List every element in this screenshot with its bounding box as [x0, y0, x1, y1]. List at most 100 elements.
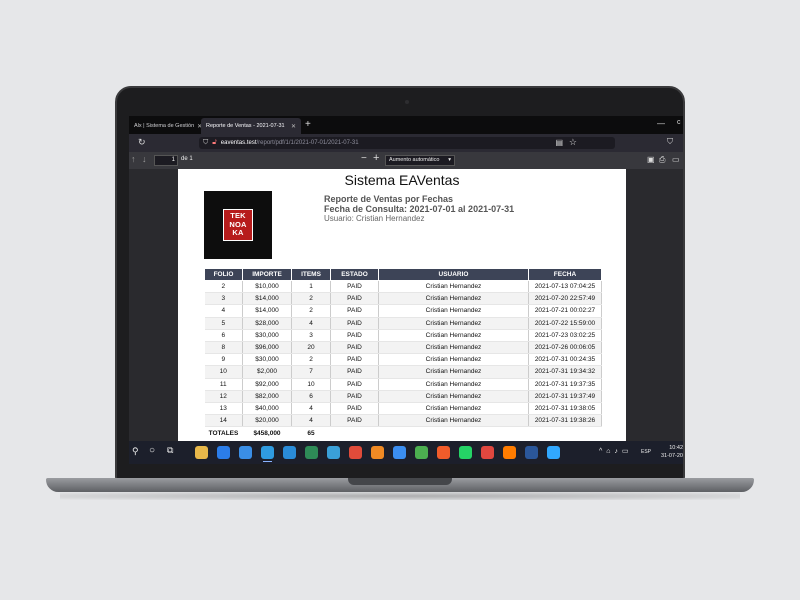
- search-icon[interactable]: ⚲: [132, 446, 139, 457]
- shield-icon[interactable]: ⛉: [203, 139, 208, 147]
- cell-usuario: Cristian Hernandez: [378, 353, 529, 367]
- table-row: 8 $96,000 20 PAID Cristian Hernandez 2021-07-…: [204, 341, 602, 355]
- task-view-icon[interactable]: ⧉: [167, 445, 173, 456]
- system-tray-icons[interactable]: ^ ⌂ ♪ ▭: [599, 447, 629, 455]
- cell-usuario: Cristian Hernandez: [378, 365, 529, 379]
- cell-estado: PAID: [330, 378, 379, 391]
- tab-sistema-gestion[interactable]: Alx | Sistema de Gestión ✕: [129, 118, 201, 134]
- cell-fecha: 2021-07-31 19:34:32: [528, 365, 602, 379]
- cell-estado: PAID: [330, 292, 379, 306]
- clock-time: 10:42: [669, 445, 683, 451]
- table-row: 2 $10,000 1 PAID Cristian Hernandez 2021-07-1…: [204, 280, 602, 294]
- screen: Alx | Sistema de Gestión ✕ Reporte de Ve…: [129, 116, 683, 464]
- cell-folio: 10: [204, 365, 243, 379]
- cell-usuario: Cristian Hernandez: [378, 292, 529, 306]
- column-header-folio: FOLIO: [204, 268, 243, 281]
- messenger-icon[interactable]: [393, 446, 406, 459]
- report-date-range: Fecha de Consulta: 2021-07-01 al 2021-07…: [324, 204, 515, 214]
- reload-icon[interactable]: ↻: [138, 137, 146, 148]
- vscode-icon[interactable]: [283, 446, 296, 459]
- url-field[interactable]: ⛉ 🔓︎ eaventas.test/report/pdf/1/1/2021-0…: [199, 137, 615, 149]
- document-title: Sistema EAVentas: [344, 172, 460, 188]
- edge-icon[interactable]: [261, 446, 274, 462]
- postman-icon[interactable]: [371, 446, 384, 459]
- cell-usuario: Cristian Hernandez: [378, 329, 529, 342]
- cell-usuario: Cristian Hernandez: [378, 317, 529, 330]
- photoshop-icon[interactable]: [547, 446, 560, 459]
- sales-table: FOLIO IMPORTE ITEMS ESTADO USUARIO FECHA…: [204, 268, 602, 439]
- page-number-input[interactable]: 1: [154, 155, 178, 166]
- brave-icon[interactable]: [437, 446, 450, 459]
- cell-estado: PAID: [330, 317, 379, 330]
- word-icon[interactable]: [525, 446, 538, 459]
- column-header-estado: ESTADO: [330, 268, 379, 281]
- mail-icon[interactable]: [217, 446, 230, 459]
- pocket-icon[interactable]: ⛉: [667, 137, 673, 147]
- cell-folio: 4: [204, 304, 243, 318]
- chevron-down-icon: ▾: [448, 157, 451, 163]
- cell-importe: $2,000: [242, 365, 292, 379]
- minimize-icon[interactable]: —: [657, 119, 665, 128]
- cell-importe: $40,000: [242, 402, 292, 416]
- table-row: 14 $20,000 4 PAID Cristian Hernandez 2021-07-…: [204, 414, 602, 428]
- cell-importe: $82,000: [242, 390, 292, 403]
- cell-usuario: Cristian Hernandez: [378, 390, 529, 403]
- chrome-icon[interactable]: [349, 446, 362, 459]
- pdf-viewer[interactable]: Sistema EAVentas TEK NOA KA Reporte de V…: [129, 169, 683, 441]
- clock[interactable]: 10:42 31-07-20: [659, 444, 683, 460]
- folder-icon[interactable]: ▭: [672, 155, 680, 164]
- whatsapp-icon[interactable]: [459, 446, 472, 459]
- cell-folio: 14: [204, 414, 243, 428]
- cell-importe: $14,000: [242, 292, 292, 306]
- photos-icon[interactable]: [239, 446, 252, 459]
- cell-estado: PAID: [330, 353, 379, 367]
- table-row: 3 $14,000 2 PAID Cristian Hernandez 2021-07-2…: [204, 292, 602, 306]
- page-total: de 1: [181, 156, 193, 162]
- bookmark-star-icon[interactable]: ☆: [569, 137, 577, 148]
- cell-fecha: 2021-07-31 19:37:49: [528, 390, 602, 403]
- lock-icon[interactable]: 🔓︎: [212, 139, 217, 147]
- table-row: 6 $30,000 3 PAID Cristian Hernandez 2021-07-2…: [204, 329, 602, 342]
- totals-empty: [378, 426, 529, 439]
- table-row: 4 $14,000 2 PAID Cristian Hernandez 2021-07-2…: [204, 304, 602, 318]
- previous-page-icon[interactable]: ↑: [131, 154, 136, 164]
- cell-folio: 3: [204, 292, 243, 306]
- close-icon[interactable]: ✕: [288, 123, 296, 130]
- terminal-icon[interactable]: [305, 446, 318, 459]
- next-page-icon[interactable]: ↓: [142, 154, 147, 164]
- navigation-toolbar: ↻ ⛉ 🔓︎ eaventas.test/report/pdf/1/1/2021…: [129, 134, 683, 152]
- totals-row: TOTALES $458,000 65: [204, 426, 602, 439]
- column-header-importe: IMPORTE: [242, 268, 292, 281]
- cell-estado: PAID: [330, 390, 379, 403]
- tab-reporte-ventas[interactable]: Reporte de Ventas - 2021-07-31 ✕: [201, 118, 301, 134]
- window-close-icon[interactable]: c: [677, 119, 681, 126]
- cell-importe: $20,000: [242, 414, 292, 428]
- chrome-dev-icon[interactable]: [415, 446, 428, 459]
- cell-items: 4: [291, 317, 331, 330]
- totals-empty: [528, 426, 602, 439]
- zoom-out-icon[interactable]: −: [361, 153, 367, 164]
- git-icon[interactable]: [327, 446, 340, 459]
- reader-view-icon[interactable]: ▤: [555, 138, 563, 147]
- language-indicator[interactable]: ESP: [641, 449, 651, 455]
- close-icon[interactable]: ✕: [194, 123, 201, 130]
- cortana-icon[interactable]: ○: [149, 445, 155, 456]
- vivaldi-icon[interactable]: [481, 446, 494, 459]
- teknoaka-logo: TEK NOA KA: [204, 191, 272, 259]
- presentation-icon[interactable]: ▣: [647, 155, 655, 164]
- cell-items: 2: [291, 304, 331, 318]
- logo-text: KA: [232, 228, 244, 238]
- column-header-items: ITEMS: [291, 268, 331, 281]
- zoom-in-icon[interactable]: +: [373, 152, 379, 164]
- cell-importe: $14,000: [242, 304, 292, 318]
- cell-folio: 2: [204, 280, 243, 294]
- cell-importe: $28,000: [242, 317, 292, 330]
- file-explorer-icon[interactable]: [195, 446, 208, 459]
- illustrator-icon[interactable]: [503, 446, 516, 459]
- zoom-select[interactable]: Aumento automático ▾: [385, 155, 455, 166]
- cell-estado: PAID: [330, 329, 379, 342]
- print-icon[interactable]: ⎙: [659, 155, 665, 165]
- new-tab-icon[interactable]: +: [305, 119, 311, 131]
- cell-usuario: Cristian Hernandez: [378, 304, 529, 318]
- table-row: 10 $2,000 7 PAID Cristian Hernandez 2021-07-3…: [204, 365, 602, 379]
